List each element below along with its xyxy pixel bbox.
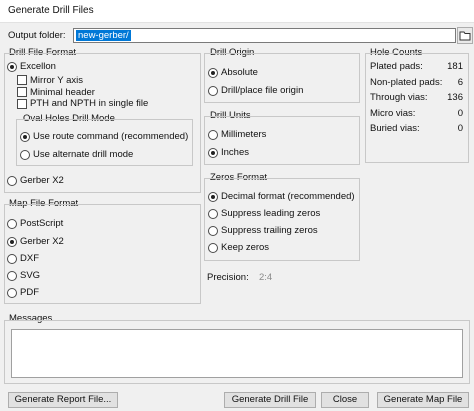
messages-textarea[interactable] [11,329,463,378]
zeros-suppress-leading-radio[interactable] [208,209,218,219]
alternate-drill-label: Use alternate drill mode [33,149,134,160]
gerber-x2-drill-radio[interactable] [7,176,17,186]
non-plated-pads-label: Non-plated pads: [370,77,443,88]
map-postscript-label: PostScript [20,218,64,229]
micro-vias-value: 0 [457,108,463,119]
minimal-header-checkbox[interactable] [17,87,27,97]
title-bar: Generate Drill Files [0,0,474,23]
folder-icon [459,31,471,41]
excellon-label: Excellon [20,61,56,72]
browse-folder-button[interactable] [457,27,473,44]
window-title: Generate Drill Files [8,5,94,16]
precision-value: 2:4 [259,272,273,283]
zeros-suppress-trailing-radio[interactable] [208,226,218,236]
alternate-drill-radio[interactable] [20,150,30,160]
map-pdf-radio[interactable] [7,288,17,298]
route-command-label: Use route command (recommended) [33,131,189,142]
output-folder-value: new-gerber/ [76,30,131,41]
generate-drill-file-button[interactable]: Generate Drill File [224,392,316,408]
generate-map-file-button[interactable]: Generate Map File [377,392,469,408]
units-millimeters-label: Millimeters [221,129,267,140]
units-millimeters-radio[interactable] [208,130,218,140]
micro-vias-label: Micro vias: [370,108,416,119]
output-folder-label: Output folder: [8,30,66,41]
non-plated-pads-value: 6 [457,77,463,88]
generate-report-file-button[interactable]: Generate Report File... [8,392,118,408]
buried-vias-value: 0 [457,123,463,134]
map-dxf-label: DXF [20,253,39,264]
mirror-y-label: Mirror Y axis [30,75,83,86]
map-svg-label: SVG [20,270,41,281]
route-command-radio[interactable] [20,132,30,142]
origin-absolute-label: Absolute [221,67,258,78]
map-svg-radio[interactable] [7,271,17,281]
gerber-x2-drill-label: Gerber X2 [20,175,64,186]
map-pdf-label: PDF [20,287,39,298]
origin-drill-place-label: Drill/place file origin [221,85,304,96]
excellon-radio[interactable] [7,62,17,72]
zeros-decimal-radio[interactable] [208,192,218,202]
plated-pads-value: 181 [447,61,463,72]
buried-vias-label: Buried vias: [370,123,420,134]
close-button[interactable]: Close [321,392,369,408]
mirror-y-checkbox[interactable] [17,75,27,85]
through-vias-label: Through vias: [370,92,428,103]
units-inches-label: Inches [221,147,249,158]
map-dxf-radio[interactable] [7,254,17,264]
zeros-keep-radio[interactable] [208,243,218,253]
precision-label: Precision: [207,272,249,283]
origin-absolute-radio[interactable] [208,68,218,78]
map-postscript-radio[interactable] [7,219,17,229]
pth-npth-single-label: PTH and NPTH in single file [30,98,149,109]
output-folder-input[interactable]: new-gerber/ [73,28,456,43]
zeros-decimal-label: Decimal format (recommended) [221,191,355,202]
zeros-suppress-leading-label: Suppress leading zeros [221,208,321,219]
minimal-header-label: Minimal header [30,87,95,98]
origin-drill-place-radio[interactable] [208,86,218,96]
through-vias-value: 136 [447,92,463,103]
map-gerber-x2-radio[interactable] [7,237,17,247]
units-inches-radio[interactable] [208,148,218,158]
map-gerber-x2-label: Gerber X2 [20,236,64,247]
plated-pads-label: Plated pads: [370,61,423,72]
zeros-suppress-trailing-label: Suppress trailing zeros [221,225,318,236]
zeros-keep-label: Keep zeros [221,242,270,253]
pth-npth-single-checkbox[interactable] [17,99,27,109]
